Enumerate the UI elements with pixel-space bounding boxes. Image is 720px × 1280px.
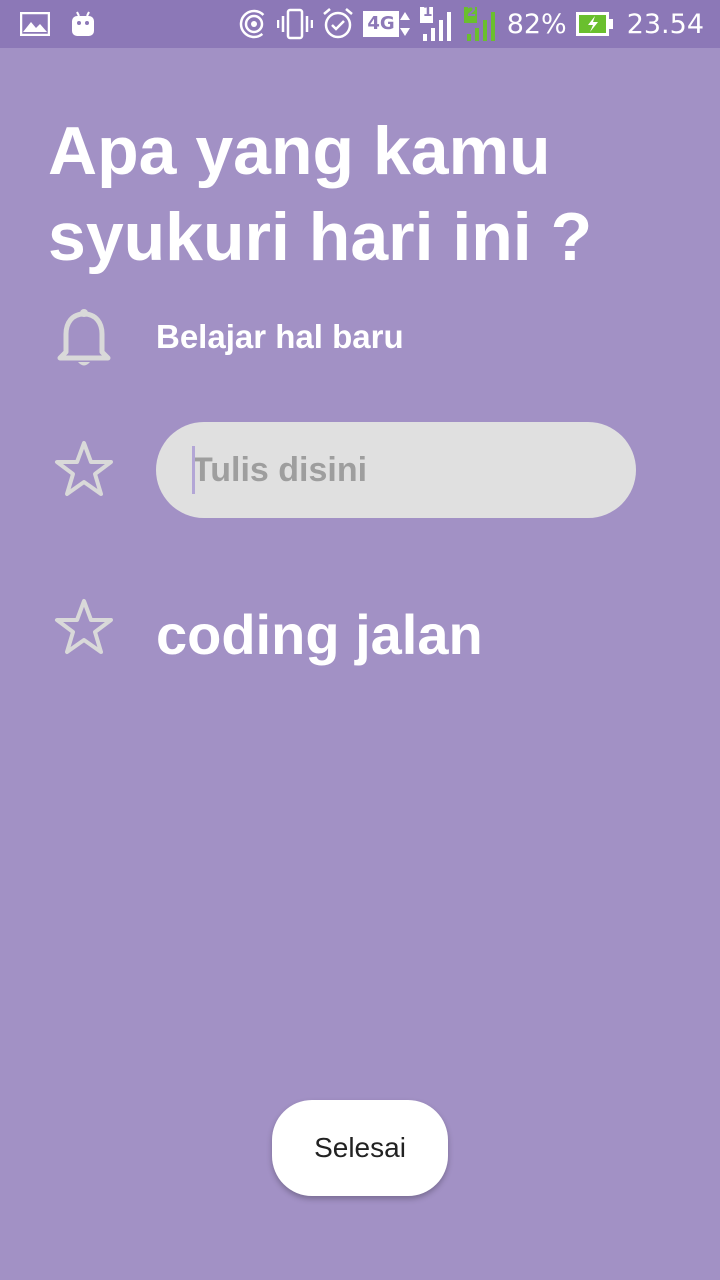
alarm-icon (321, 7, 355, 41)
hotspot-icon (239, 9, 269, 39)
gratitude-item-label: Belajar hal baru (156, 318, 404, 355)
text-cursor (192, 446, 195, 494)
gallery-icon (20, 12, 50, 36)
battery-percent: 82% (506, 8, 567, 40)
gratitude-entry-text: coding jalan (156, 603, 483, 666)
star-outline-icon (54, 440, 114, 503)
network-4g-icon: 4G (363, 10, 410, 38)
gratitude-input[interactable] (192, 422, 612, 518)
gratitude-input-container[interactable] (156, 422, 636, 518)
signal-sim1-icon: 1 (419, 4, 455, 42)
sim1-label: 1 (422, 4, 433, 20)
clock: 23.54 (626, 8, 704, 40)
signal-sim2-icon: 2 (463, 4, 499, 42)
page-title: Apa yang kamu syukuri hari ini ? (48, 113, 593, 275)
vibrate-icon (277, 8, 314, 40)
android-icon (70, 10, 96, 38)
star-outline-icon (54, 598, 114, 661)
status-bar: 4G 1 2 82% 23.54 (0, 0, 720, 48)
battery-charging-icon (575, 10, 615, 38)
bell-icon (54, 308, 114, 375)
done-button[interactable]: Selesai (272, 1100, 448, 1196)
network-label: 4G (363, 11, 399, 37)
sim2-label: 2 (466, 4, 477, 20)
